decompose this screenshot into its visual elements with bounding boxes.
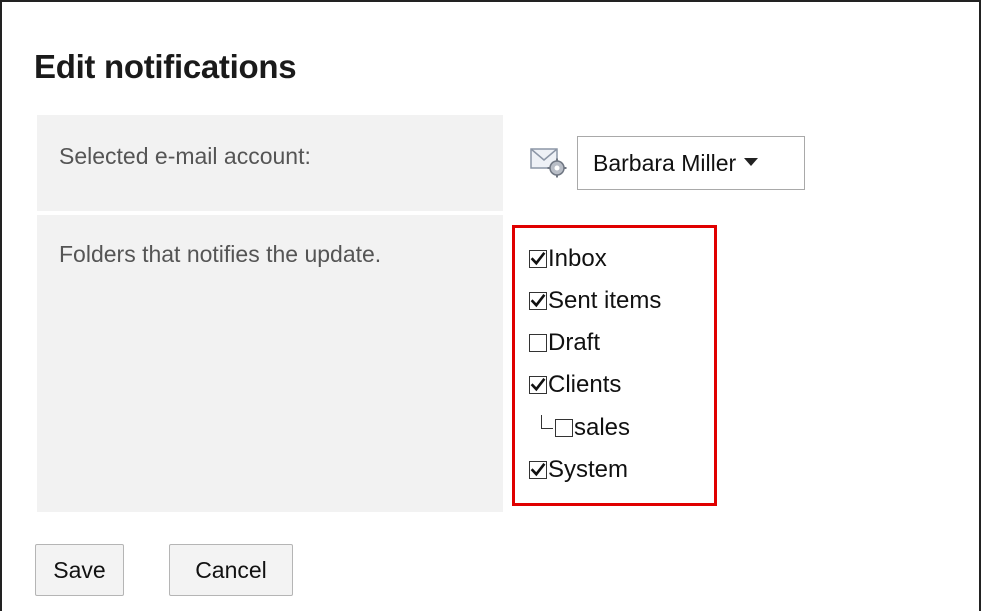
folder-item-inbox[interactable]: Inbox: [529, 243, 607, 275]
checkbox-system[interactable]: [529, 461, 547, 479]
folder-label-system: System: [548, 456, 629, 483]
folder-item-sent-items[interactable]: Sent items: [529, 285, 661, 317]
checkmark-icon: [530, 293, 546, 308]
folder-label-inbox: Inbox: [548, 245, 607, 272]
checkmark-icon: [530, 377, 546, 392]
checkmark-icon: [530, 462, 546, 477]
folders-label: Folders that notifies the update.: [59, 241, 382, 267]
folder-item-sales[interactable]: sales: [541, 412, 630, 444]
folder-item-system[interactable]: System: [529, 454, 628, 486]
folder-item-clients[interactable]: Clients: [529, 369, 621, 401]
caret-down-icon: [744, 158, 759, 167]
page-title: Edit notifications: [34, 48, 297, 85]
checkmark-icon: [530, 251, 546, 266]
mail-settings-icon: [530, 148, 567, 178]
checkbox-inbox[interactable]: [529, 250, 547, 268]
account-label: Selected e-mail account:: [59, 143, 311, 169]
folder-label-draft: Draft: [548, 329, 601, 356]
folders-label-cell: Folders that notifies the update.: [37, 215, 503, 512]
folder-label-sales: sales: [574, 414, 631, 441]
account-select-value: Barbara Miller: [593, 149, 737, 176]
folder-checkbox-list: Inbox Sent items Draft Clients sales Sys…: [512, 225, 717, 506]
checkbox-sent-items[interactable]: [529, 292, 547, 310]
account-select[interactable]: Barbara Miller: [577, 136, 805, 190]
folder-item-draft[interactable]: Draft: [529, 327, 600, 359]
save-button[interactable]: Save: [35, 544, 124, 596]
folder-label-sent-items: Sent items: [548, 287, 662, 314]
account-label-cell: Selected e-mail account:: [37, 115, 503, 211]
checkbox-draft[interactable]: [529, 334, 547, 352]
tree-branch-icon: [541, 415, 553, 429]
folder-label-clients: Clients: [548, 371, 622, 398]
cancel-button[interactable]: Cancel: [169, 544, 293, 596]
checkbox-sales[interactable]: [555, 419, 573, 437]
checkbox-clients[interactable]: [529, 376, 547, 394]
